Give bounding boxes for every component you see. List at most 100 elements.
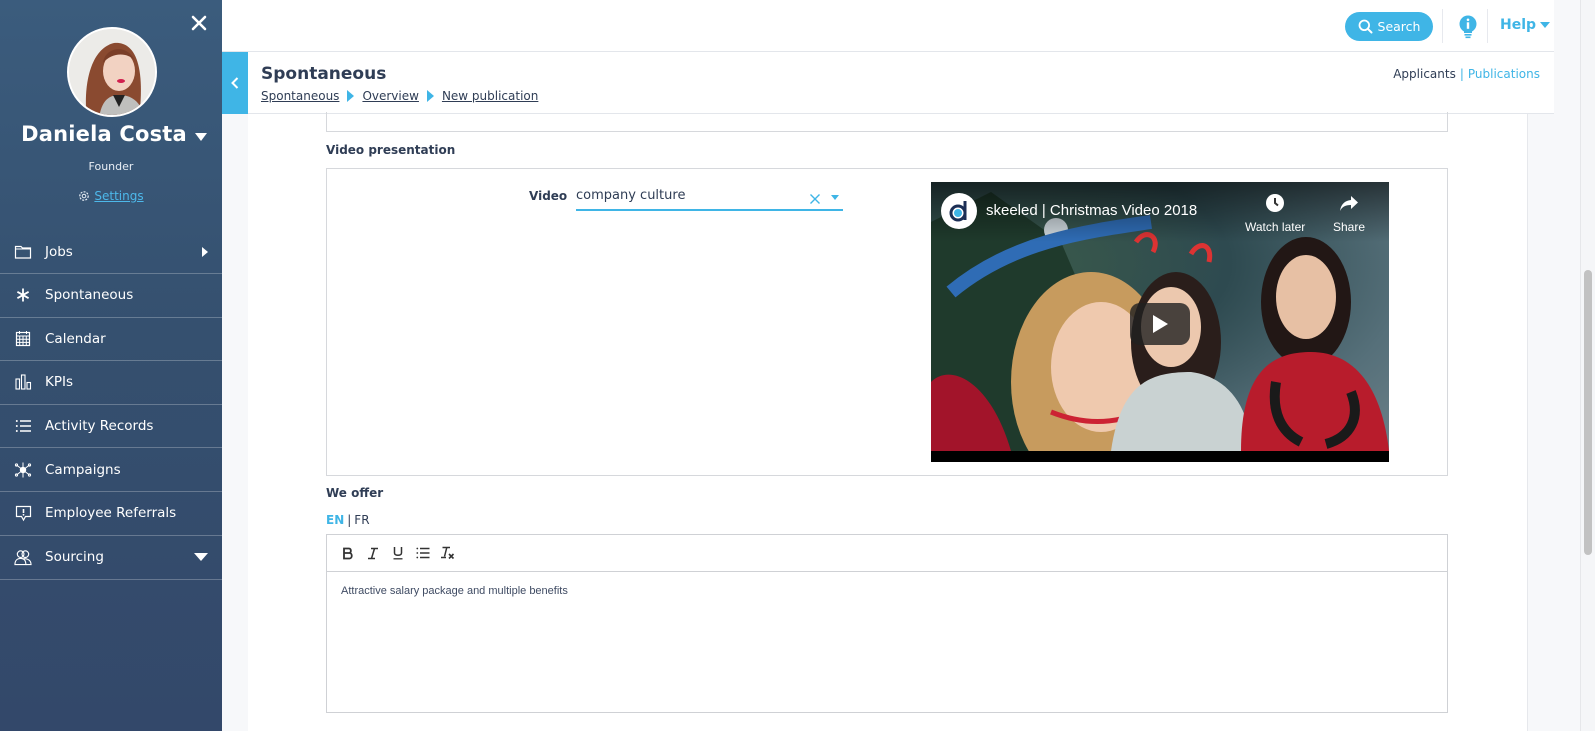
breadcrumb-overview[interactable]: Overview bbox=[362, 89, 419, 103]
list-icon bbox=[14, 417, 32, 435]
bar-chart-icon bbox=[14, 373, 32, 391]
users-icon bbox=[14, 548, 32, 566]
clear-format-icon bbox=[441, 546, 455, 560]
search-icon bbox=[1358, 19, 1373, 34]
clear-format-button[interactable] bbox=[439, 545, 456, 562]
sidebar-item-label: Sourcing bbox=[45, 549, 104, 566]
chevron-left-icon bbox=[231, 77, 239, 89]
applicants-link[interactable]: Applicants bbox=[1393, 67, 1456, 81]
video-field-label: Video bbox=[529, 189, 568, 203]
italic-button[interactable] bbox=[364, 545, 381, 562]
breadcrumb: Spontaneous Overview New publication bbox=[261, 89, 538, 103]
skeeled-logo-icon bbox=[949, 201, 967, 222]
gear-icon bbox=[79, 191, 90, 201]
sidebar-item-label: Calendar bbox=[45, 330, 106, 347]
user-menu-caret-icon[interactable] bbox=[195, 133, 207, 141]
sidebar-nav: Jobs Spontaneous Calendar KPIs Activity … bbox=[0, 230, 222, 580]
breadcrumb-new-publication[interactable]: New publication bbox=[442, 89, 538, 103]
play-icon bbox=[1153, 315, 1168, 333]
breadcrumb-separator-icon bbox=[347, 90, 355, 102]
offer-section-title: We offer bbox=[326, 486, 384, 500]
language-separator: | bbox=[347, 513, 352, 527]
sidebar: Daniela Costa Founder Settings Jobs Spon… bbox=[0, 0, 222, 731]
video-section-title: Video presentation bbox=[326, 143, 456, 157]
language-tab-en[interactable]: EN bbox=[326, 513, 344, 527]
sidebar-item-sourcing[interactable]: Sourcing bbox=[0, 536, 222, 580]
video-select-value: company culture bbox=[576, 188, 686, 203]
back-button[interactable] bbox=[222, 52, 248, 114]
avatar[interactable] bbox=[67, 27, 157, 117]
language-switch: EN | FR bbox=[326, 513, 370, 527]
chevron-down-icon bbox=[1540, 22, 1551, 28]
sidebar-item-employee-referrals[interactable]: Employee Referrals bbox=[0, 492, 222, 536]
video-player[interactable]: skeeled | Christmas Video 2018 Watch lat… bbox=[931, 182, 1389, 462]
share-arrow-icon bbox=[1340, 196, 1359, 211]
close-icon bbox=[191, 15, 207, 31]
watch-later-button[interactable]: Watch later bbox=[1245, 193, 1305, 234]
close-sidebar-button[interactable] bbox=[190, 14, 208, 32]
sidebar-item-jobs[interactable]: Jobs bbox=[0, 230, 222, 274]
language-tab-fr[interactable]: FR bbox=[354, 513, 369, 527]
play-button[interactable] bbox=[1130, 303, 1190, 345]
help-menu-button[interactable]: Help bbox=[1500, 17, 1551, 33]
video-select[interactable]: company culture bbox=[576, 183, 843, 211]
sidebar-item-calendar[interactable]: Calendar bbox=[0, 318, 222, 362]
user-photo-icon bbox=[69, 29, 155, 115]
italic-icon bbox=[367, 547, 378, 559]
help-label: Help bbox=[1500, 17, 1537, 33]
sidebar-item-label: Jobs bbox=[45, 243, 73, 260]
publications-link[interactable]: Publications bbox=[1468, 67, 1540, 81]
page-header: Spontaneous Spontaneous Overview New pub… bbox=[222, 52, 1554, 114]
info-bulb-button[interactable] bbox=[1458, 15, 1478, 43]
network-icon bbox=[14, 461, 32, 479]
share-button[interactable]: Share bbox=[1333, 193, 1365, 234]
top-bar: Search Help bbox=[222, 0, 1554, 52]
asterisk-icon bbox=[14, 286, 32, 304]
sidebar-item-activity-records[interactable]: Activity Records bbox=[0, 405, 222, 449]
bullet-list-icon bbox=[415, 547, 429, 559]
sidebar-item-label: Activity Records bbox=[45, 418, 154, 435]
arrow-right-icon bbox=[202, 246, 208, 257]
lightbulb-info-icon bbox=[1459, 15, 1477, 39]
search-button-label: Search bbox=[1377, 19, 1421, 34]
divider bbox=[1442, 9, 1443, 43]
bullet-list-button[interactable] bbox=[414, 545, 431, 562]
search-button[interactable]: Search bbox=[1345, 12, 1433, 41]
underline-icon bbox=[393, 547, 402, 560]
header-view-links: Applicants | Publications bbox=[1393, 67, 1540, 81]
breadcrumb-separator-icon bbox=[426, 90, 434, 102]
sidebar-item-spontaneous[interactable]: Spontaneous bbox=[0, 274, 222, 318]
editor-content[interactable]: Attractive salary package and multiple b… bbox=[327, 572, 1447, 712]
clock-icon bbox=[1266, 194, 1285, 212]
editor-toolbar bbox=[327, 535, 1447, 572]
offer-rich-text-editor: Attractive salary package and multiple b… bbox=[326, 534, 1448, 713]
bold-icon bbox=[342, 547, 353, 559]
settings-link[interactable]: Settings bbox=[94, 189, 143, 203]
main-content: Video presentation Video company culture bbox=[248, 112, 1528, 731]
calendar-icon bbox=[14, 330, 32, 348]
sidebar-item-label: Employee Referrals bbox=[45, 505, 177, 522]
previous-field-box bbox=[326, 112, 1448, 132]
share-label: Share bbox=[1333, 220, 1366, 234]
video-presentation-box: Video company culture skeeled | Christma… bbox=[326, 168, 1448, 476]
channel-logo[interactable] bbox=[941, 193, 977, 229]
dropdown-caret-icon[interactable] bbox=[831, 195, 839, 200]
link-separator: | bbox=[1459, 67, 1464, 81]
sidebar-item-campaigns[interactable]: Campaigns bbox=[0, 448, 222, 492]
underline-button[interactable] bbox=[389, 545, 406, 562]
video-title[interactable]: skeeled | Christmas Video 2018 bbox=[986, 202, 1197, 219]
sidebar-item-label: Campaigns bbox=[45, 461, 121, 478]
referral-icon bbox=[14, 504, 32, 522]
clear-selection-button[interactable] bbox=[809, 190, 821, 209]
sidebar-item-label: KPIs bbox=[45, 374, 74, 391]
vertical-scrollbar[interactable] bbox=[1580, 0, 1595, 731]
scrollbar-thumb[interactable] bbox=[1584, 270, 1592, 555]
arrow-down-icon bbox=[194, 553, 208, 562]
folder-icon bbox=[14, 243, 32, 261]
breadcrumb-spontaneous[interactable]: Spontaneous bbox=[261, 89, 339, 103]
sidebar-item-kpis[interactable]: KPIs bbox=[0, 361, 222, 405]
close-icon bbox=[810, 194, 820, 204]
bold-button[interactable] bbox=[339, 545, 356, 562]
page-title: Spontaneous bbox=[261, 64, 387, 84]
divider bbox=[1487, 9, 1488, 43]
